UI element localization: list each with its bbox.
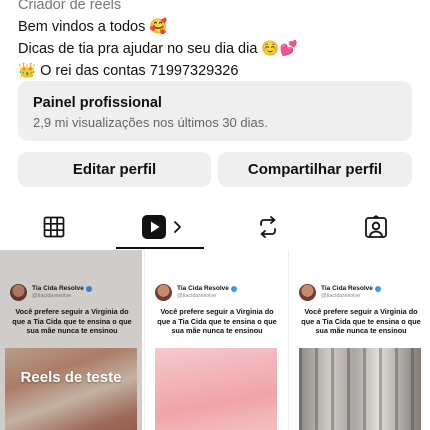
reel-thumbnail-3[interactable]: Tia Cida Resolve @tiacidaresolve Você pr…: [288, 250, 430, 430]
bio-line-3[interactable]: 👑 O rei das contas 71997329326: [18, 60, 418, 82]
verified-icon: [374, 286, 381, 292]
active-tab-indicator: [116, 247, 204, 249]
post-header: Tia Cida Resolve @tiacidaresolve: [155, 284, 237, 301]
tab-posts-grid[interactable]: [0, 205, 108, 249]
professional-dashboard-panel[interactable]: Painel profissional 2,9 mi visualizações…: [18, 81, 412, 141]
tab-reels[interactable]: [108, 205, 216, 249]
tab-tagged[interactable]: [322, 205, 430, 249]
post-author: Tia Cida Resolve: [321, 285, 373, 292]
bio-line-2: Dicas de tia pra ajudar no seu dia dia ☺…: [18, 41, 298, 57]
professional-dashboard-title: Painel profissional: [33, 95, 162, 111]
post-caption: Você prefere seguir a Virginia do que a …: [157, 307, 277, 335]
grid-icon: [43, 216, 65, 238]
profile-tabs: [0, 205, 430, 249]
avatar: [299, 284, 316, 301]
reel-image: [299, 348, 421, 430]
reel-overlay-label: Reels de teste: [20, 369, 122, 386]
bio-category: Criador de reels: [18, 0, 122, 13]
verified-icon: [230, 286, 237, 292]
share-profile-button[interactable]: Compartilhar perfil: [218, 152, 412, 187]
professional-dashboard-subtitle: 2,9 mi visualizações nos últimos 30 dias…: [33, 115, 268, 130]
post-caption: Você prefere seguir a Virginia do que a …: [301, 307, 421, 335]
reel-thumbnail-2[interactable]: Tia Cida Resolve @tiacidaresolve Você pr…: [144, 250, 286, 430]
tagged-person-icon: [365, 215, 387, 238]
reel-thumbnail-1[interactable]: Tia Cida Resolve @tiacidaresolve Você pr…: [0, 250, 142, 430]
tab-reposts[interactable]: [214, 205, 322, 249]
reel-image: [155, 348, 277, 430]
reels-grid: Tia Cida Resolve @tiacidaresolve Você pr…: [0, 250, 430, 430]
post-handle: @tiacidaresolve: [321, 293, 361, 299]
post-author: Tia Cida Resolve: [177, 285, 229, 292]
dim-overlay: [0, 250, 142, 430]
bio-line-1: Bem vindos a todos 🥰: [18, 19, 168, 35]
profile-bio: Criador de reels Bem vindos a todos 🥰 Di…: [18, 0, 418, 82]
edit-profile-button[interactable]: Editar perfil: [18, 152, 211, 187]
avatar: [155, 284, 172, 301]
reels-play-icon: [142, 215, 166, 239]
post-handle: @tiacidaresolve: [177, 293, 217, 299]
post-header: Tia Cida Resolve @tiacidaresolve: [299, 284, 381, 301]
repost-icon: [260, 216, 276, 238]
chevron-right-icon: [174, 221, 181, 233]
